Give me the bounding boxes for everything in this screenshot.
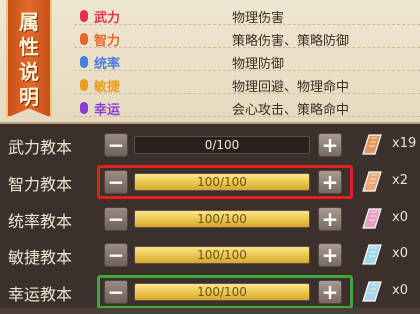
banner-char-4: 明	[19, 85, 39, 109]
legend-attr-name: 敏捷	[94, 80, 121, 95]
book-count: x0	[392, 283, 408, 298]
legend-attr-name: 幸运	[94, 103, 121, 118]
book-count: x0	[392, 246, 408, 261]
legend-attr-desc: 物理回避、物理命中	[232, 80, 350, 95]
stat-row: 武力教本 − 0/100 + x19	[0, 128, 420, 162]
legend-attr-name: 统率	[94, 57, 121, 72]
progress-bar[interactable]: 100/100	[134, 283, 310, 301]
stat-book-label: 统率教本	[8, 212, 73, 231]
progress-text: 100/100	[197, 175, 247, 189]
legend-attr-desc: 策略伤害、策略防御	[232, 34, 350, 49]
book-count: x19	[392, 136, 417, 151]
stat-row: 智力教本 − 100/100 + x2	[0, 165, 420, 199]
legend-attr-desc: 会心攻击、策略命中	[232, 103, 350, 118]
scroll-book-icon[interactable]	[360, 242, 384, 268]
banner-char-2: 性	[19, 35, 39, 59]
decrease-button[interactable]: −	[104, 243, 128, 267]
attribute-color-dot	[80, 33, 88, 45]
stat-row: 敏捷教本 − 100/100 + x0	[0, 238, 420, 272]
legend-row-wuli: 武力 物理伤害	[74, 5, 420, 26]
book-count: x0	[392, 210, 408, 225]
legend-row-tonglv: 统率 物理防御	[74, 51, 420, 72]
scroll-book-icon[interactable]	[360, 279, 384, 305]
stat-row: 幸运教本 − 100/100 + x0	[0, 275, 420, 309]
legend-row-xingyun: 幸运 会心攻击、策略命中	[74, 97, 420, 118]
legend-row-zhili: 智力 策略伤害、策略防御	[74, 28, 420, 49]
attribute-color-dot	[80, 10, 88, 22]
progress-text: 100/100	[197, 248, 247, 262]
progress-text: 100/100	[197, 285, 247, 299]
stat-row: 统率教本 − 100/100 + x0	[0, 202, 420, 236]
stat-book-label: 武力教本	[8, 138, 73, 157]
increase-button[interactable]: +	[318, 280, 342, 304]
banner-char-1: 属	[19, 10, 39, 34]
legend-attr-desc: 物理防御	[232, 57, 285, 72]
banner-char-3: 说	[19, 60, 39, 84]
stat-book-label: 敏捷教本	[8, 248, 73, 267]
increase-button[interactable]: +	[318, 170, 342, 194]
legend-attr-name: 智力	[94, 34, 121, 49]
decrease-button[interactable]: −	[104, 170, 128, 194]
banner-title: 属 性 说 明	[8, 10, 50, 110]
progress-text: 100/100	[197, 212, 247, 226]
progress-bar[interactable]: 100/100	[134, 173, 310, 191]
decrease-button[interactable]: −	[104, 133, 128, 157]
scroll-book-icon[interactable]	[360, 132, 384, 158]
attribute-legend-panel: 属 性 说 明 武力 物理伤害 智力 策略伤害、策略防御 统率 物理防御 敏捷 …	[0, 0, 420, 124]
increase-button[interactable]: +	[318, 207, 342, 231]
decrease-button[interactable]: −	[104, 280, 128, 304]
progress-bar[interactable]: 100/100	[134, 210, 310, 228]
scroll-book-icon[interactable]	[360, 169, 384, 195]
legend-attr-name: 武力	[94, 11, 121, 26]
decrease-button[interactable]: −	[104, 207, 128, 231]
legend-attr-desc: 物理伤害	[232, 11, 285, 26]
book-count: x2	[392, 173, 408, 188]
attribute-color-dot	[80, 79, 88, 91]
stat-book-label: 幸运教本	[8, 285, 73, 304]
increase-button[interactable]: +	[318, 133, 342, 157]
progress-bar[interactable]: 100/100	[134, 246, 310, 264]
panel-bottom-edge	[0, 308, 420, 314]
progress-text: 0/100	[204, 138, 240, 152]
scroll-book-icon[interactable]	[360, 206, 384, 232]
attribute-color-dot	[80, 56, 88, 68]
attribute-description-banner: 属 性 说 明	[6, 0, 52, 118]
legend-row-minjie: 敏捷 物理回避、物理命中	[74, 74, 420, 95]
stat-book-label: 智力教本	[8, 175, 73, 194]
attribute-color-dot	[80, 102, 88, 114]
progress-bar[interactable]: 0/100	[134, 136, 310, 154]
increase-button[interactable]: +	[318, 243, 342, 267]
